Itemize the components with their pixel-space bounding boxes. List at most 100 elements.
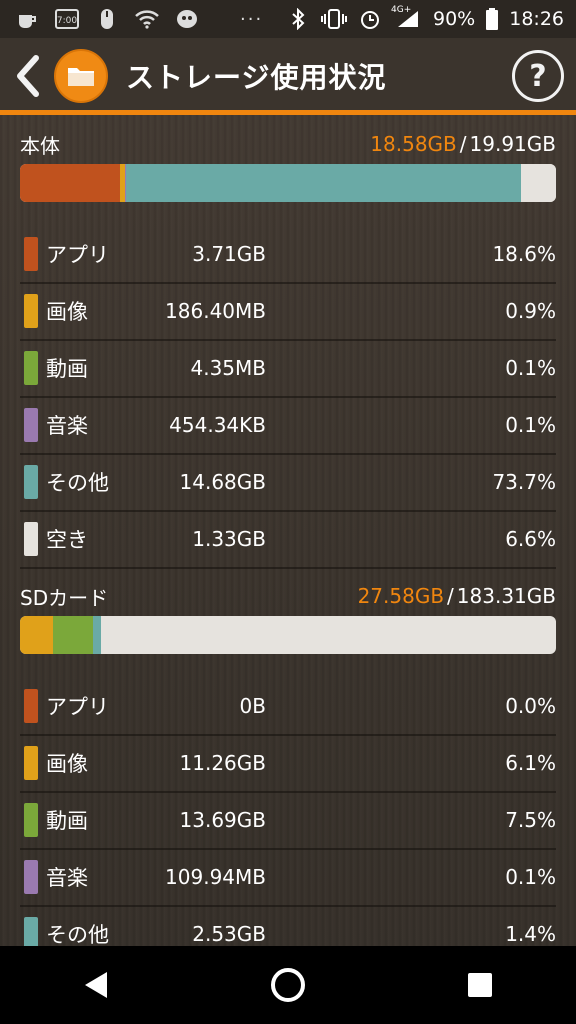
sd-card-usage: 27.58GB/183.31GB [358, 584, 556, 608]
alarm-icon [357, 8, 383, 30]
sd-card-name: SDカード [20, 585, 109, 610]
bar-segment-other [93, 616, 101, 654]
back-button[interactable] [6, 46, 50, 106]
category-size: 186.40MB [165, 299, 266, 323]
category-percent: 73.7% [492, 470, 556, 494]
category-label: 音楽 [46, 414, 88, 438]
square-recents-icon [468, 973, 492, 997]
bar-segment-other [125, 164, 521, 202]
list-item[interactable]: アプリ 0B 0.0% [20, 678, 556, 736]
internal-total: 19.91GB [469, 132, 556, 156]
category-size: 3.71GB [192, 242, 266, 266]
color-swatch [24, 860, 38, 894]
color-swatch [24, 522, 38, 556]
category-label: 動画 [46, 809, 88, 833]
category-percent: 7.5% [505, 808, 556, 832]
nav-back-button[interactable] [56, 955, 136, 1015]
circle-home-icon [271, 968, 305, 1002]
list-item[interactable]: アプリ 3.71GB 18.6% [20, 226, 556, 284]
color-swatch [24, 465, 38, 499]
clock-time: 18:26 [509, 8, 564, 30]
category-size: 2.53GB [192, 922, 266, 946]
battery-icon [485, 8, 499, 30]
nav-home-button[interactable] [248, 955, 328, 1015]
category-size: 109.94MB [165, 865, 266, 889]
category-label: 音楽 [46, 866, 88, 890]
sd-total: 183.31GB [456, 584, 556, 608]
bar-segment-image [20, 616, 53, 654]
internal-storage-usage: 18.58GB/19.91GB [370, 132, 556, 156]
sd-separator: / [447, 584, 454, 608]
svg-text:7:00: 7:00 [57, 16, 77, 26]
nav-recents-button[interactable] [440, 955, 520, 1015]
bar-segment-app [20, 164, 120, 202]
category-size: 13.69GB [179, 808, 266, 832]
list-item[interactable]: 音楽 454.34KB 0.1% [20, 397, 556, 455]
internal-usage-bar [20, 164, 556, 202]
list-item[interactable]: 動画 4.35MB 0.1% [20, 340, 556, 398]
category-size: 4.35MB [190, 356, 266, 380]
internal-used: 18.58GB [370, 132, 457, 156]
page-title: ストレージ使用状況 [126, 61, 387, 94]
list-item[interactable]: 画像 11.26GB 6.1% [20, 735, 556, 793]
color-swatch [24, 689, 38, 723]
category-percent: 6.1% [505, 751, 556, 775]
category-label: 空き [46, 528, 88, 552]
category-percent: 0.1% [505, 413, 556, 437]
category-percent: 6.6% [505, 527, 556, 551]
vibrate-icon [321, 8, 347, 30]
network-type: 4G+ [391, 5, 412, 15]
status-bar: 7:00 ··· 4G+ 90% 18:26 [0, 0, 576, 38]
category-label: 動画 [46, 357, 88, 381]
category-percent: 0.1% [505, 865, 556, 889]
triangle-back-icon [85, 972, 107, 998]
bar-segment-video [52, 616, 93, 654]
color-swatch [24, 237, 38, 271]
category-size: 0B [239, 694, 266, 718]
wifi-icon [134, 8, 160, 30]
cup-icon [14, 8, 40, 30]
color-swatch [24, 408, 38, 442]
internal-storage-header: 本体 18.58GB/19.91GB [20, 128, 556, 160]
more-notifications-icon: ··· [240, 8, 264, 30]
clock-widget-icon: 7:00 [54, 8, 80, 30]
color-swatch [24, 803, 38, 837]
category-percent: 0.9% [505, 299, 556, 323]
category-percent: 0.1% [505, 356, 556, 380]
list-item[interactable]: 画像 186.40MB 0.9% [20, 283, 556, 341]
category-size: 11.26GB [179, 751, 266, 775]
category-label: その他 [46, 923, 109, 947]
sd-used: 27.58GB [357, 584, 445, 608]
color-swatch [24, 746, 38, 780]
help-icon: ? [529, 58, 547, 94]
list-item[interactable]: 音楽 109.94MB 0.1% [20, 849, 556, 907]
battery-percent: 90% [433, 8, 476, 30]
color-swatch [24, 294, 38, 328]
mouse-icon [94, 8, 120, 30]
category-label: 画像 [46, 300, 88, 324]
category-label: 画像 [46, 752, 88, 776]
category-label: アプリ [46, 695, 109, 719]
app-header: ストレージ使用状況 ? [0, 38, 576, 114]
category-size: 1.33GB [192, 527, 266, 551]
list-item[interactable]: 空き 1.33GB 6.6% [20, 511, 556, 569]
bar-segment-free [520, 164, 556, 202]
bluetooth-icon [285, 8, 311, 30]
category-label: アプリ [46, 243, 109, 267]
category-percent: 0.0% [505, 694, 556, 718]
header-accent-line [0, 110, 576, 115]
category-percent: 18.6% [492, 242, 556, 266]
chevron-left-icon [17, 55, 39, 97]
internal-separator: / [459, 132, 467, 156]
list-item[interactable]: 動画 13.69GB 7.5% [20, 792, 556, 850]
help-button[interactable]: ? [512, 50, 564, 102]
category-label: その他 [46, 471, 109, 495]
internal-storage-name: 本体 [20, 133, 60, 158]
system-nav-bar [0, 946, 576, 1024]
signal-icon: 4G+ [391, 5, 423, 30]
category-percent: 1.4% [505, 922, 556, 946]
app-mascot-icon [174, 8, 200, 30]
list-item[interactable]: その他 14.68GB 73.7% [20, 454, 556, 512]
category-size: 454.34KB [169, 413, 266, 437]
folder-app-icon [54, 49, 108, 103]
